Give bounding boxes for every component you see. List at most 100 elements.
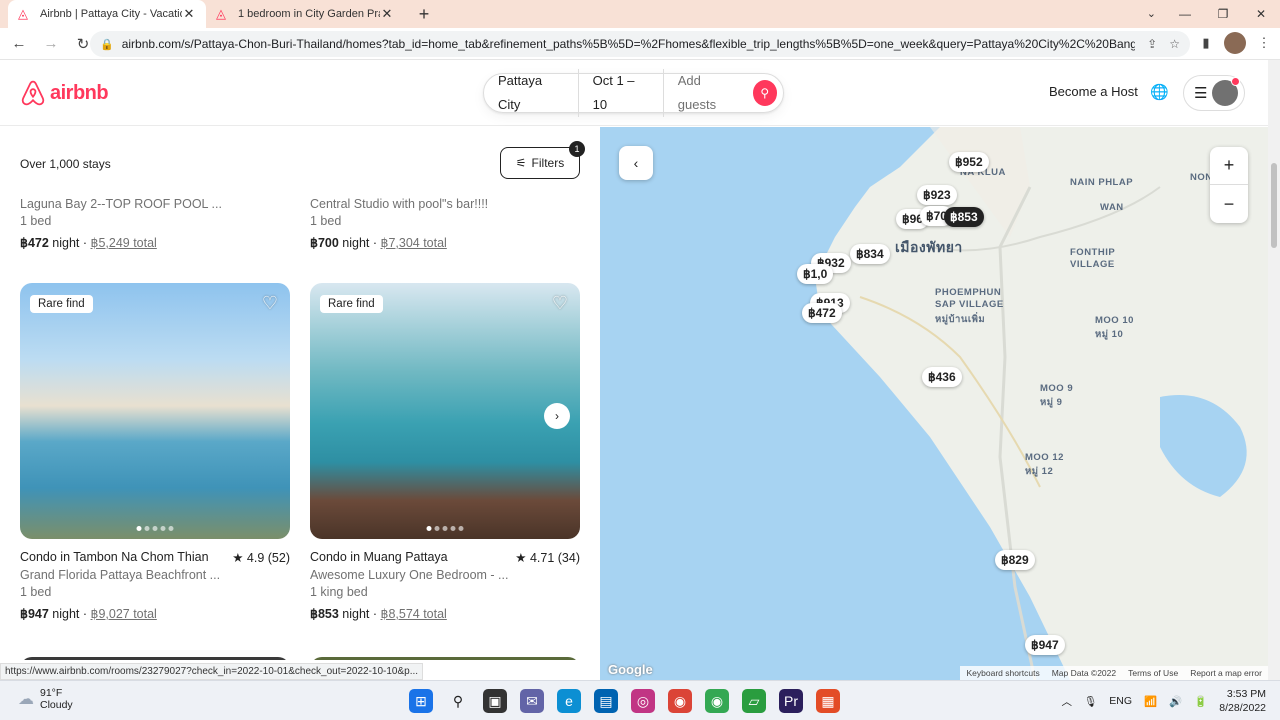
- search-icon[interactable]: ⚲: [446, 689, 470, 713]
- lock-icon[interactable]: 🔒: [100, 38, 114, 51]
- listing-photo[interactable]: Rare find ♡: [20, 283, 290, 539]
- more-menu-icon[interactable]: ⋮: [1256, 35, 1272, 51]
- listing-total[interactable]: ฿7,304 total: [381, 236, 447, 250]
- instagram-icon[interactable]: ◎: [631, 689, 655, 713]
- zoom-out-button[interactable]: −: [1210, 185, 1248, 223]
- forward-icon[interactable]: →: [38, 35, 64, 52]
- price-pin-selected[interactable]: ฿853: [944, 207, 984, 227]
- heart-icon[interactable]: ♡: [552, 293, 568, 314]
- listing-price: ฿947 night · ฿9,027 total: [20, 607, 157, 621]
- airbnb-header: airbnb Pattaya City Oct 1 – 10 Add guest…: [0, 60, 1268, 126]
- photo-dots: [426, 526, 464, 531]
- listing-photo[interactable]: Rare find ♡ ›: [310, 283, 580, 539]
- listing-price: ฿853 night · ฿8,574 total: [310, 607, 447, 621]
- store-icon[interactable]: ▤: [594, 689, 618, 713]
- map-panel[interactable]: NA KLUA NAIN PHLAP WAN NONG FONTHIP VILL…: [600, 127, 1268, 680]
- tab-airbnb-pattaya[interactable]: ◬ Airbnb | Pattaya City - Vacation R ✕: [8, 0, 206, 28]
- share-icon[interactable]: ⇪: [1147, 37, 1157, 51]
- price-pin[interactable]: ฿952: [949, 152, 989, 172]
- clock-date: 8/28/2022: [1219, 702, 1266, 714]
- price-pin[interactable]: ฿436: [922, 367, 962, 387]
- bookmark-star-icon[interactable]: ☆: [1169, 37, 1180, 51]
- chevron-up-icon[interactable]: ︿: [1061, 694, 1072, 709]
- edge-icon[interactable]: e: [557, 689, 581, 713]
- side-panel-icon[interactable]: ▮: [1198, 35, 1214, 51]
- search-bar[interactable]: Pattaya City Oct 1 – 10 Add guests ⚲: [483, 69, 784, 117]
- listing-beds: 1 king bed: [310, 585, 368, 599]
- listing-card[interactable]: Condo in Tambon Na Chom Thian ★ 4.9 (52) …: [20, 550, 290, 621]
- globe-icon[interactable]: 🌐: [1150, 83, 1169, 101]
- url-text[interactable]: airbnb.com/s/Pattaya-Chon-Buri-Thailand/…: [122, 37, 1135, 51]
- scrollbar-thumb[interactable]: [1271, 163, 1277, 248]
- wifi-icon[interactable]: 📶: [1144, 695, 1157, 708]
- chevron-left-icon: ‹: [633, 155, 639, 171]
- price-pin[interactable]: ฿947: [1025, 635, 1065, 655]
- price-pin[interactable]: ฿472: [802, 303, 842, 323]
- close-window-icon[interactable]: ✕: [1242, 0, 1280, 28]
- airbnb-favicon-icon: ◬: [216, 6, 226, 21]
- microphone-icon[interactable]: 🎙: [1084, 695, 1097, 708]
- close-tab-icon[interactable]: ✕: [380, 6, 394, 22]
- filters-button[interactable]: ⚟ Filters 1: [500, 141, 585, 179]
- omnibox[interactable]: 🔒 airbnb.com/s/Pattaya-Chon-Buri-Thailan…: [90, 31, 1190, 57]
- search-guests[interactable]: Add guests: [664, 69, 753, 117]
- next-photo-button[interactable]: ›: [544, 403, 570, 429]
- listing-total[interactable]: ฿8,574 total: [381, 607, 447, 621]
- listing-total[interactable]: ฿5,249 total: [91, 236, 157, 250]
- listing-total[interactable]: ฿9,027 total: [91, 607, 157, 621]
- listing-title-row: Condo in Tambon Na Chom Thian ★ 4.9 (52): [20, 550, 290, 565]
- zoom-in-button[interactable]: +: [1210, 147, 1248, 185]
- search-dates[interactable]: Oct 1 – 10: [579, 69, 664, 117]
- listing-card[interactable]: Laguna Bay 2--TOP ROOF POOL ... 1 bed ฿4…: [20, 194, 290, 250]
- camtasia-icon[interactable]: ▱: [742, 689, 766, 713]
- chrome-icon[interactable]: ◉: [668, 689, 692, 713]
- search-location[interactable]: Pattaya City: [484, 69, 579, 117]
- weather-widget[interactable]: ☁ 91°F Cloudy: [18, 687, 73, 711]
- clock[interactable]: 3:53 PM 8/28/2022: [1219, 687, 1266, 715]
- taskbar-apps: ⊞ ⚲ ▣ ✉ e ▤ ◎ ◉ ◉ ▱ Pr ▦: [409, 689, 840, 713]
- terms-link[interactable]: Terms of Use: [1128, 668, 1178, 678]
- task-view-icon[interactable]: ▣: [483, 689, 507, 713]
- teams-chat-icon[interactable]: ✉: [520, 689, 544, 713]
- heart-icon[interactable]: ♡: [262, 293, 278, 314]
- google-logo[interactable]: Google: [608, 662, 653, 677]
- report-error-link[interactable]: Report a map error: [1190, 668, 1262, 678]
- start-icon[interactable]: ⊞: [409, 689, 433, 713]
- price-pin[interactable]: ฿923: [917, 185, 957, 205]
- collapse-map-button[interactable]: ‹: [619, 146, 653, 180]
- listing-beds: 1 bed: [20, 214, 52, 228]
- volume-icon[interactable]: 🔊: [1169, 695, 1182, 708]
- profile-avatar[interactable]: [1224, 32, 1246, 54]
- page-scrollbar[interactable]: [1268, 60, 1280, 680]
- map-label-thai: เมืองพัทยา: [895, 239, 963, 255]
- close-tab-icon[interactable]: ✕: [182, 6, 196, 22]
- tab-city-garden[interactable]: ◬ 1 bedroom in City Garden Pratum ✕: [206, 0, 404, 28]
- new-tab-button[interactable]: +: [410, 0, 438, 28]
- listing-rating: ★ 4.9 (52): [232, 551, 290, 565]
- tab-title: 1 bedroom in City Garden Pratum: [238, 8, 380, 20]
- price-pin[interactable]: ฿829: [995, 550, 1035, 570]
- premiere-icon[interactable]: Pr: [779, 689, 803, 713]
- listing-card[interactable]: Central Studio with pool"s bar!!!! 1 bed…: [310, 194, 580, 250]
- user-menu-button[interactable]: ☰: [1183, 75, 1245, 111]
- tab-search-icon[interactable]: ⌄: [1147, 0, 1156, 28]
- restore-icon[interactable]: ❐: [1204, 0, 1242, 28]
- become-host-link[interactable]: Become a Host: [1049, 84, 1138, 99]
- language-indicator[interactable]: ENG: [1109, 695, 1132, 707]
- chrome-profile-icon[interactable]: ◉: [705, 689, 729, 713]
- listing-subtitle: Laguna Bay 2--TOP ROOF POOL ...: [20, 197, 222, 211]
- price-pin[interactable]: ฿1,0: [797, 264, 834, 284]
- airbnb-logo[interactable]: airbnb: [20, 79, 109, 107]
- price-pin[interactable]: ฿834: [850, 244, 890, 264]
- listing-photo[interactable]: [310, 657, 580, 660]
- keyboard-shortcuts-link[interactable]: Keyboard shortcuts: [966, 668, 1039, 678]
- listing-card[interactable]: Condo in Muang Pattaya ★ 4.71 (34) Awesom…: [310, 550, 580, 621]
- back-icon[interactable]: ←: [6, 35, 32, 52]
- search-button[interactable]: ⚲: [752, 80, 777, 106]
- minimize-icon[interactable]: —: [1166, 0, 1204, 28]
- zoom-controls: + −: [1210, 147, 1248, 223]
- battery-icon[interactable]: 🔋: [1194, 695, 1207, 708]
- tab-title: Airbnb | Pattaya City - Vacation R: [40, 8, 182, 20]
- listing-photo[interactable]: [20, 657, 290, 660]
- app-icon[interactable]: ▦: [816, 689, 840, 713]
